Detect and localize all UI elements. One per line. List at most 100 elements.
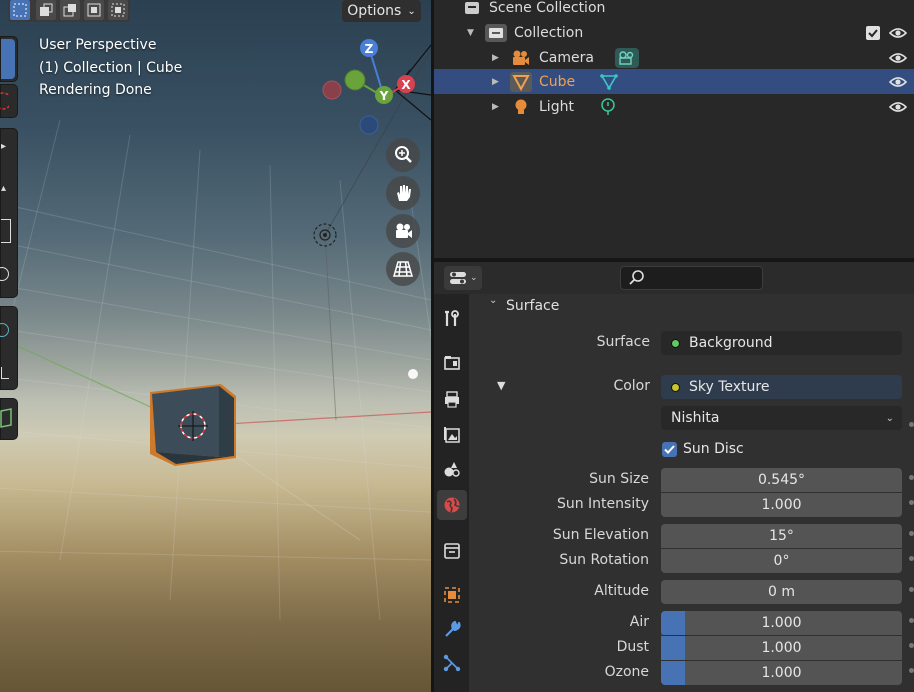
- eye-icon[interactable]: [889, 101, 907, 113]
- sun-disc-checkbox[interactable]: Sun Disc: [662, 440, 744, 458]
- sun-elevation-field[interactable]: 15°: [661, 524, 902, 548]
- mesh-data-icon[interactable]: [599, 72, 619, 92]
- ozone-slider[interactable]: 1.000: [661, 661, 902, 685]
- scene-collection-icon: [465, 1, 479, 14]
- camera-data-icon[interactable]: [615, 47, 639, 68]
- editor-type-dropdown[interactable]: ⌄: [444, 266, 482, 290]
- altitude-value: 0 m: [768, 584, 795, 600]
- checkbox-icon[interactable]: [866, 25, 880, 40]
- render-icon: [444, 356, 460, 370]
- sun-rotation-label: Sun Rotation: [559, 552, 649, 568]
- search-input[interactable]: [620, 266, 763, 290]
- surface-label: Surface: [596, 334, 650, 350]
- properties-header: ⌄: [434, 262, 914, 294]
- eye-icon[interactable]: [889, 52, 907, 64]
- transform-tools-group: ▸ ▴: [0, 128, 18, 298]
- expand-triangle-icon[interactable]: ▶: [492, 77, 499, 87]
- sun-rotation-value: 0°: [773, 553, 790, 569]
- render-status-text: Rendering Done: [39, 82, 152, 98]
- chevron-down-icon: ⌄: [407, 5, 416, 17]
- measure-tool-icon[interactable]: [1, 367, 9, 379]
- zoom-button[interactable]: [386, 138, 420, 172]
- chevron-down-icon: ⌄: [489, 295, 498, 306]
- 3d-viewport[interactable]: Options ⌄ User Perspective (1) Collectio…: [0, 0, 431, 692]
- tab-render[interactable]: [437, 348, 467, 378]
- sun-rotation-field[interactable]: 0°: [661, 549, 902, 573]
- air-value: 1.000: [761, 615, 802, 631]
- air-slider[interactable]: 1.000: [661, 611, 902, 635]
- mesh-icon: [510, 71, 532, 92]
- outliner-item-camera[interactable]: ▶ Camera: [434, 45, 914, 70]
- search-icon: [629, 270, 644, 285]
- color-input-field[interactable]: Sky Texture: [661, 375, 902, 399]
- options-label: Options: [347, 3, 402, 19]
- select-invert-icon[interactable]: [84, 0, 104, 20]
- sun-size-field[interactable]: 0.545°: [661, 468, 902, 492]
- outliner-item-light[interactable]: ▶ Light: [434, 94, 914, 119]
- outliner-item-label: Light: [539, 98, 574, 115]
- expand-triangle-icon[interactable]: ▶: [492, 53, 499, 63]
- sun-size-value: 0.545°: [757, 472, 806, 488]
- air-label: Air: [629, 614, 649, 630]
- expand-triangle-icon[interactable]: ▼: [467, 28, 474, 38]
- move-tool-icon[interactable]: ▸: [1, 141, 6, 152]
- scene-collection-label: Scene Collection: [489, 0, 606, 16]
- transform-tool-icon[interactable]: [0, 267, 9, 281]
- hand-icon: [397, 185, 411, 201]
- collection-row[interactable]: ▼ Collection: [434, 20, 914, 45]
- outliner-item-cube[interactable]: ▶ Cube: [434, 69, 914, 94]
- annotate-tools-group: [0, 306, 18, 390]
- pan-button[interactable]: [386, 176, 420, 210]
- color-value: Sky Texture: [689, 379, 770, 395]
- options-dropdown[interactable]: Options ⌄: [342, 0, 421, 22]
- tool-select-box[interactable]: [0, 36, 18, 82]
- outliner-item-label: Camera: [539, 49, 594, 66]
- tab-view-layer[interactable]: [437, 420, 467, 450]
- expand-triangle-icon[interactable]: ▶: [492, 102, 499, 112]
- select-extend-icon[interactable]: [36, 0, 56, 20]
- shader-socket-icon: [671, 338, 680, 348]
- tool-cursor[interactable]: [0, 84, 18, 118]
- gizmo-y-label: Y: [379, 89, 389, 103]
- camera-icon: [396, 223, 412, 238]
- panel-title: Surface: [506, 298, 560, 314]
- eye-icon[interactable]: [889, 27, 907, 39]
- dust-value: 1.000: [761, 640, 802, 656]
- ortho-toggle-button[interactable]: [386, 252, 420, 286]
- collection-label: Collection: [514, 24, 584, 41]
- gizmo-z-label: Z: [365, 42, 374, 56]
- rotate-tool-icon[interactable]: ▴: [1, 183, 6, 194]
- dust-slider[interactable]: 1.000: [661, 636, 902, 660]
- dust-label: Dust: [616, 639, 649, 655]
- sun-intensity-field[interactable]: 1.000: [661, 493, 902, 517]
- camera-view-button[interactable]: [386, 214, 420, 248]
- ozone-label: Ozone: [604, 664, 649, 680]
- select-intersect-icon[interactable]: [108, 0, 128, 20]
- tab-tool[interactable]: [437, 304, 467, 334]
- light-data-icon[interactable]: [598, 97, 618, 117]
- add-cube-tool[interactable]: [0, 398, 18, 440]
- scale-tool-icon[interactable]: [1, 219, 11, 243]
- scene-collection-row[interactable]: Scene Collection: [434, 0, 914, 20]
- select-subtract-icon[interactable]: [60, 0, 80, 20]
- chevron-down-icon: ⌄: [885, 412, 894, 424]
- eye-icon[interactable]: [889, 76, 907, 88]
- sky-type-dropdown[interactable]: Nishita ⌄: [661, 406, 902, 430]
- sun-intensity-label: Sun Intensity: [556, 496, 649, 512]
- outliner-item-label: Cube: [539, 73, 576, 90]
- surface-panel-header[interactable]: ⌄ Surface: [469, 294, 914, 318]
- altitude-field[interactable]: 0 m: [661, 580, 902, 604]
- navigation-gizmo[interactable]: Z X Y: [311, 33, 431, 143]
- surface-shader-field[interactable]: Background: [661, 331, 902, 355]
- keyframe-decorators: [909, 422, 914, 682]
- annotate-tool-icon[interactable]: [0, 323, 9, 337]
- sun-elevation-value: 15°: [769, 528, 794, 544]
- active-object-text: (1) Collection | Cube: [39, 60, 183, 76]
- ozone-value: 1.000: [761, 665, 802, 681]
- ozone-slider-fill: [661, 661, 686, 685]
- cube-object[interactable]: [150, 384, 236, 466]
- color-socket-icon: [671, 382, 680, 392]
- light-icon: [515, 99, 527, 114]
- grid-icon: [393, 261, 413, 277]
- select-new-icon[interactable]: [10, 0, 30, 20]
